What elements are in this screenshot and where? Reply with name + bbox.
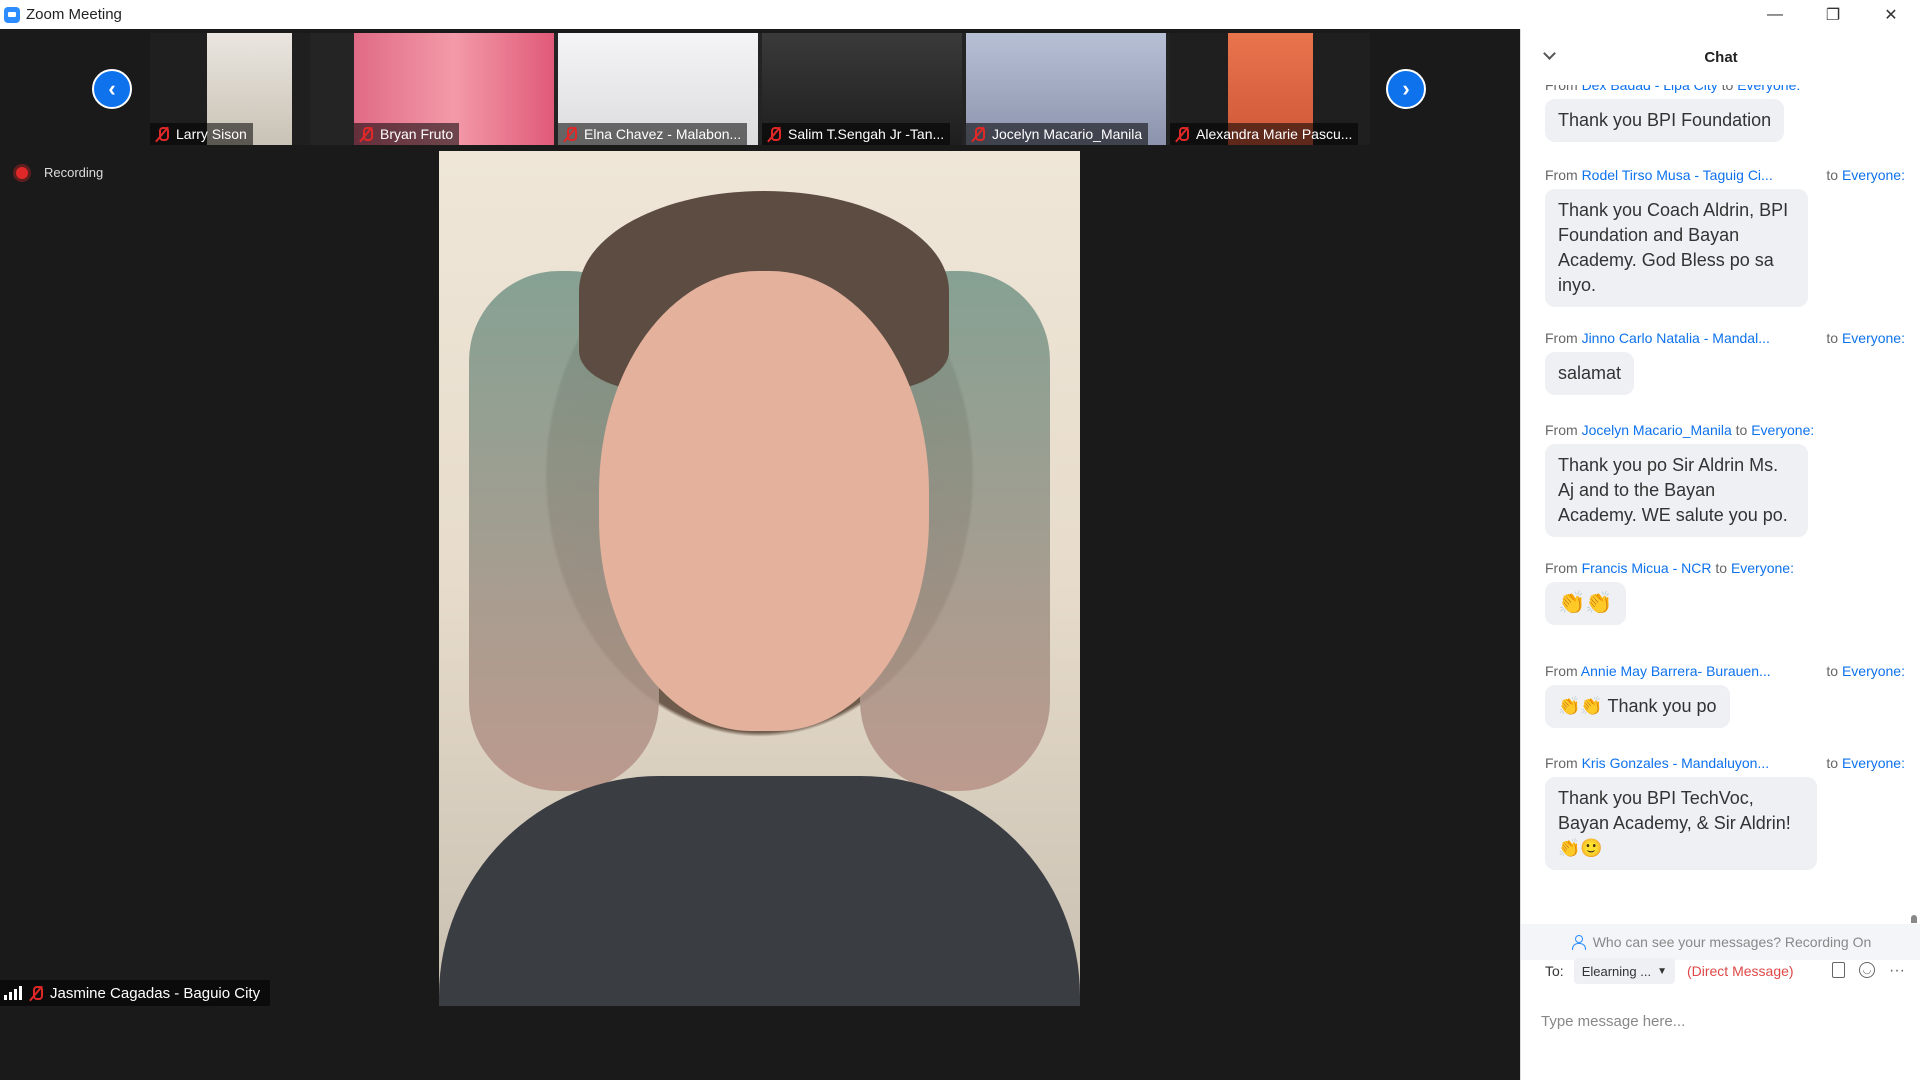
- chat-message: From Kris Gonzales - Mandaluyon... to Eve…: [1545, 755, 1905, 870]
- participant-name-label: Alexandra Marie Pascu...: [1170, 123, 1359, 145]
- chat-tools: ◡ ···: [1832, 962, 1905, 980]
- chat-message: From Rodel Tirso Musa - Taguig Ci... to E…: [1545, 167, 1905, 307]
- chevron-right-icon: ›: [1402, 76, 1410, 101]
- direct-message-label: (Direct Message): [1686, 963, 1794, 979]
- mic-muted-icon: [766, 126, 782, 142]
- chat-message: From Jinno Carlo Natalia - Mandal... to E…: [1545, 330, 1905, 395]
- chat-panel: Chat From Dex Badad - Lipa City to Every…: [1520, 29, 1920, 1080]
- participant-tile[interactable]: Larry Sison: [150, 33, 310, 145]
- next-page-button[interactable]: ›: [1386, 69, 1426, 109]
- close-button[interactable]: ✕: [1862, 0, 1920, 29]
- mic-muted-icon: [1174, 126, 1190, 142]
- chat-bubble: Thank you BPI Foundation: [1545, 99, 1785, 142]
- participant-tile[interactable]: Elna Chavez - Malabon...: [558, 33, 758, 145]
- chevron-down-icon: ▼: [1657, 965, 1667, 977]
- chat-bubble: Thank you Coach Aldrin, BPI Foundation a…: [1545, 189, 1808, 307]
- recording-dot-icon: [16, 166, 28, 179]
- participant-name-label: Elna Chavez - Malabon...: [558, 123, 748, 145]
- participant-name-label: Larry Sison: [150, 123, 253, 145]
- mic-muted-icon: [358, 126, 374, 142]
- recipient-select[interactable]: Elearning ... ▼: [1573, 958, 1675, 984]
- to-label: To:: [1545, 963, 1564, 979]
- mic-muted-icon: [970, 126, 986, 142]
- chat-bubble: salamat: [1545, 352, 1635, 395]
- active-speaker-video[interactable]: [439, 151, 1080, 1006]
- participant-strip: Larry Sison Bryan Fruto Elna Chavez - Ma…: [150, 33, 1370, 145]
- mic-muted-icon: [28, 985, 44, 1001]
- chevron-left-icon: ‹: [108, 76, 116, 101]
- more-icon[interactable]: ···: [1889, 962, 1905, 980]
- mic-muted-icon: [154, 126, 170, 142]
- chat-title: Chat: [1704, 48, 1738, 66]
- recording-indicator: Recording: [16, 165, 103, 180]
- previous-page-button[interactable]: ‹: [92, 69, 132, 109]
- title-bar: Zoom Meeting — ❐ ✕: [0, 0, 1920, 29]
- window-title: Zoom Meeting: [26, 6, 122, 23]
- zoom-app-icon: [4, 6, 20, 23]
- participant-name-label: Jocelyn Macario_Manila: [966, 123, 1149, 145]
- restore-button[interactable]: ❐: [1804, 0, 1862, 29]
- minimize-button[interactable]: —: [1746, 0, 1804, 29]
- participant-tile[interactable]: Jocelyn Macario_Manila: [966, 33, 1166, 145]
- participant-tile[interactable]: Bryan Fruto: [354, 33, 554, 145]
- chat-bubble: 👏👏 Thank you po: [1545, 685, 1730, 728]
- chat-message: From Francis Micua - NCR to Everyone: 👏👏: [1545, 560, 1905, 625]
- participant-name-label: Bryan Fruto: [354, 123, 460, 145]
- chat-scrollbar[interactable]: [1911, 915, 1917, 923]
- recording-label: Recording: [44, 165, 104, 180]
- chat-message: From Jocelyn Macario_Manila to Everyone:…: [1545, 422, 1905, 537]
- window-controls: — ❐ ✕: [1746, 0, 1920, 29]
- meeting-area: Larry Sison Bryan Fruto Elna Chavez - Ma…: [0, 29, 1520, 1080]
- chat-bubble: Thank you BPI TechVoc, Bayan Academy, & …: [1545, 777, 1817, 870]
- chat-message-input[interactable]: [1541, 1009, 1901, 1033]
- chat-message: From Dex Badad - Lipa City to Everyone: …: [1545, 85, 1905, 142]
- mic-muted-icon: [562, 126, 578, 142]
- chevron-down-icon[interactable]: [1543, 47, 1556, 60]
- signal-strength-icon: [4, 986, 22, 1000]
- chat-header: Chat: [1521, 29, 1920, 85]
- chat-bubble: 👏👏: [1545, 582, 1626, 625]
- participant-tile[interactable]: Alexandra Marie Pascu...: [1170, 33, 1370, 145]
- participant-tile[interactable]: Salim T.Sengah Jr -Tan...: [762, 33, 962, 145]
- emoji-icon[interactable]: ◡: [1859, 962, 1876, 978]
- chat-bubble: Thank you po Sir Aldrin Ms. Aj and to th…: [1545, 444, 1808, 537]
- active-speaker-name-label: Jasmine Cagadas - Baguio City: [0, 980, 271, 1006]
- participant-name-label: Salim T.Sengah Jr -Tan...: [762, 123, 951, 145]
- file-icon[interactable]: [1832, 962, 1846, 978]
- person-icon: [1571, 934, 1587, 950]
- chat-messages[interactable]: From Dex Badad - Lipa City to Everyone: …: [1521, 85, 1920, 923]
- recipient-row: To: Elearning ... ▼ (Direct Message) ◡ ·…: [1545, 955, 1905, 987]
- chat-message: From Annie May Barrera- Burauen... to Eve…: [1545, 663, 1905, 728]
